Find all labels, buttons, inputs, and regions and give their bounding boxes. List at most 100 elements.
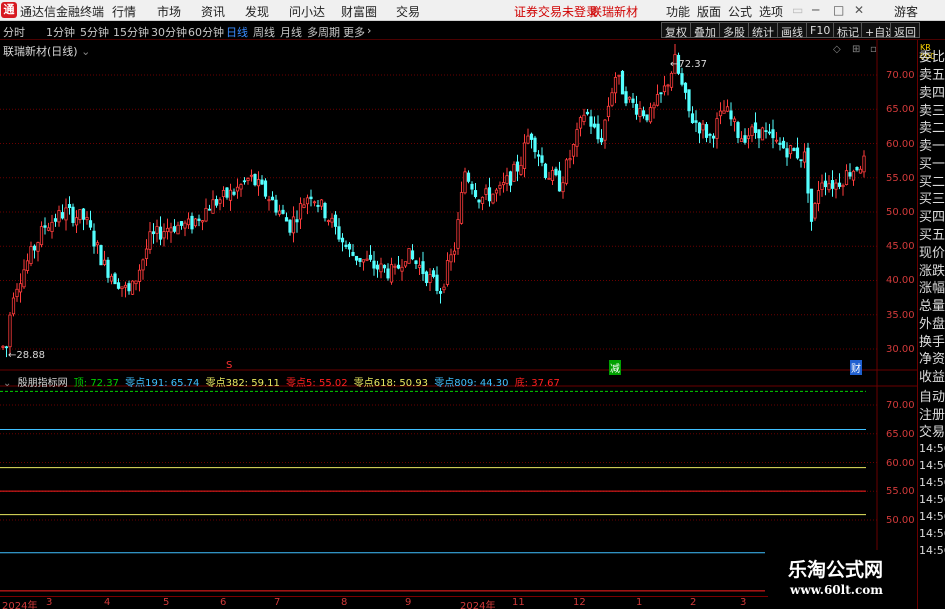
candle-body [732, 118, 737, 122]
candle-body [253, 173, 257, 186]
candle-body [316, 205, 320, 207]
candle-body [743, 135, 747, 143]
trade-button[interactable]: 交易 [919, 421, 945, 440]
candle-body [393, 265, 397, 268]
candle-body [554, 168, 558, 176]
candle-body [855, 167, 859, 171]
candle-body [102, 259, 107, 265]
candle-body [655, 94, 660, 106]
chevron-down-icon[interactable]: ⌄ [81, 45, 90, 58]
candle-body [680, 73, 684, 85]
candle-body [302, 204, 306, 208]
candle-body [8, 314, 12, 348]
candle-body [368, 254, 373, 260]
candle-body [844, 170, 849, 185]
candle-body [127, 283, 131, 292]
quote-price: 现价 [919, 246, 945, 261]
candle-body [760, 127, 765, 141]
candle-body [78, 209, 82, 221]
candle-body [106, 259, 110, 278]
candle-body [162, 231, 166, 239]
candle-body [463, 171, 467, 194]
indicator-name[interactable]: 殷朋指标网 [18, 378, 68, 389]
candle-body [130, 280, 135, 295]
candle-body [648, 107, 653, 123]
candle-body [715, 118, 719, 139]
candle-body [43, 225, 47, 228]
indicator-title: ⌄ 殷朋指标网 顶: 72.37 零点191: 65.74 零点382: 59.… [3, 374, 563, 389]
candle-body [701, 123, 705, 131]
candle-body [15, 288, 19, 297]
kline-chart[interactable] [0, 0, 945, 609]
candle-body [39, 226, 44, 246]
candle-body [134, 280, 138, 285]
quote-volume: 总量 [919, 299, 945, 314]
candle-body [116, 282, 121, 289]
candle-body [263, 180, 268, 197]
candle-body [375, 264, 380, 270]
diamond-icon[interactable]: ◇ [833, 44, 841, 55]
candle-body [120, 286, 124, 289]
candle-body [1, 345, 5, 348]
candle-body [326, 220, 331, 222]
candle-body [277, 210, 282, 215]
candle-body [232, 191, 236, 195]
quote-committee-ratio: 委比 [919, 50, 945, 65]
price-tick: 40.00 [886, 275, 915, 286]
auto-button[interactable]: 自动 [919, 386, 945, 405]
maximize-pane-icon[interactable]: ▫ [870, 44, 877, 55]
candle-body [764, 130, 768, 133]
candle-body [711, 135, 716, 139]
candle-body [92, 230, 96, 247]
candle-body [813, 203, 817, 219]
candle-body [382, 264, 387, 269]
candle-body [176, 224, 180, 235]
candle-body [718, 110, 723, 117]
reduction-marker[interactable]: 减 [609, 360, 621, 375]
financial-marker[interactable]: 财 [850, 360, 862, 375]
candle-body [480, 196, 485, 204]
candle-body [312, 201, 317, 204]
price-tick: 50.00 [886, 207, 915, 218]
watermark-title: 乐淘公式网 [788, 559, 884, 581]
quote-earnings: 收益 [919, 370, 945, 385]
candle-body [186, 218, 191, 226]
candle-body [438, 291, 443, 294]
candle-body [274, 199, 278, 213]
candle-body [858, 168, 863, 174]
candle-body [137, 269, 142, 282]
quote-ask4: 卖四 [919, 86, 945, 101]
period-label: (日线) [47, 45, 78, 58]
candle-body [337, 226, 341, 240]
candle-body [211, 199, 215, 214]
candle-body [526, 135, 530, 144]
candle-body [501, 182, 506, 186]
date-tick: 2024年 [2, 601, 38, 609]
chevron-down-icon[interactable]: ⌄ [3, 378, 11, 389]
date-tick: 3 [740, 597, 747, 608]
candle-body [424, 271, 429, 283]
candle-body [452, 250, 457, 255]
candle-body [386, 268, 390, 279]
quote-ask5: 卖五 [919, 68, 945, 83]
price-tick: 60.00 [886, 139, 915, 150]
candle-body [704, 124, 709, 138]
candle-body [641, 110, 646, 117]
expand-icon[interactable]: ⊞ [852, 44, 860, 55]
candle-body [225, 187, 229, 198]
date-tick: 6 [220, 597, 227, 608]
candle-body [46, 227, 51, 231]
candle-body [151, 231, 156, 235]
tick-time: 14:56 [919, 527, 945, 540]
indicator-809-value: 零点809: 44.30 [434, 378, 509, 389]
candle-body [323, 202, 327, 219]
candle-body [29, 246, 33, 264]
date-tick: 9 [405, 597, 412, 608]
candle-body [305, 197, 310, 205]
event-marker[interactable]: S [226, 360, 232, 371]
ind-price-tick: 55.00 [886, 486, 915, 497]
candle-body [53, 218, 58, 222]
candle-body [197, 218, 201, 221]
candle-body [652, 104, 656, 109]
candle-body [806, 147, 810, 194]
